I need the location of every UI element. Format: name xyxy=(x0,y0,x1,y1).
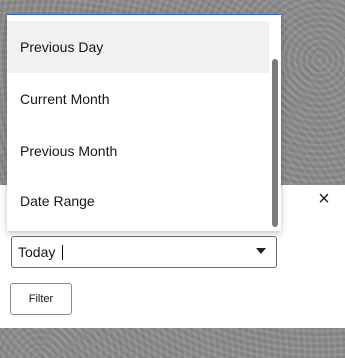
dropdown-option-previous-month[interactable]: Previous Month xyxy=(7,125,269,177)
screen: × Today Filter Previous Day Current Mont… xyxy=(0,0,345,358)
dropdown-option-current-month[interactable]: Current Month xyxy=(7,73,269,125)
chevron-down-icon[interactable] xyxy=(256,248,266,254)
date-range-select-value: Today xyxy=(18,244,56,260)
date-range-select[interactable]: Today xyxy=(11,236,277,268)
close-icon[interactable]: × xyxy=(315,189,333,209)
filter-button[interactable]: Filter xyxy=(10,283,72,315)
dropdown-option-previous-day[interactable]: Previous Day xyxy=(7,21,269,73)
dropdown-scrollbar-thumb[interactable] xyxy=(272,59,278,227)
date-range-dropdown-list: Previous Day Current Month Previous Mont… xyxy=(7,14,281,231)
dropdown-scrollbar[interactable] xyxy=(269,15,281,231)
dropdown-option-date-range[interactable]: Date Range xyxy=(7,175,269,227)
text-cursor xyxy=(62,245,63,260)
